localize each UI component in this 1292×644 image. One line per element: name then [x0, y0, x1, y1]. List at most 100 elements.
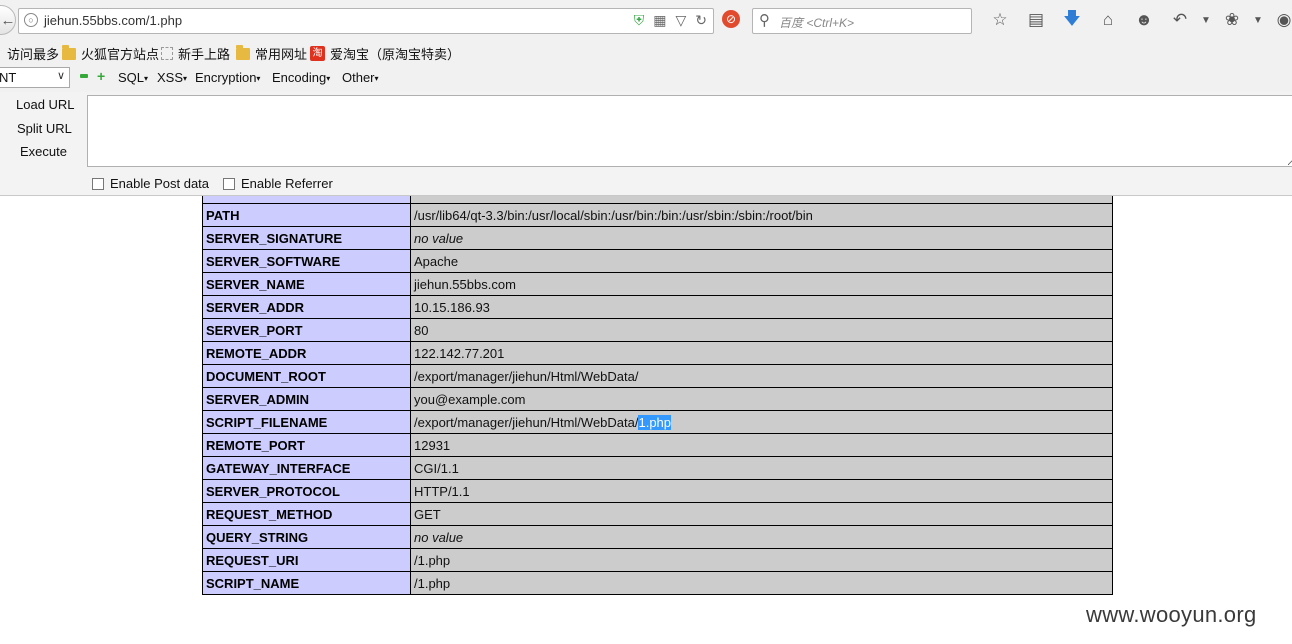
shield-icon[interactable]: ⛨: [634, 12, 645, 29]
bookmark-label: 新手上路: [178, 47, 231, 62]
empty-folder-icon: [161, 47, 173, 60]
env-value-cell[interactable]: 12931: [410, 433, 1113, 457]
hackbar-url-textarea[interactable]: [87, 95, 1292, 167]
undo-icon[interactable]: ↶: [1162, 10, 1198, 30]
table-row: SERVER_ADDR 10.15.186.93: [202, 295, 1113, 319]
hackbar-toolbar: NT ∨ + SQL▾ XSS▾ Encryption▾ Encoding▾ O…: [0, 66, 1292, 92]
dropdown-arrow-icon[interactable]: ▽: [675, 12, 686, 29]
caret-down-icon: ▾: [256, 74, 261, 84]
checkbox-label: Enable Referrer: [241, 176, 333, 191]
env-value-cell[interactable]: /export/manager/jiehun/Html/WebData/: [410, 364, 1113, 388]
table-row: QUERY_STRING no value: [202, 525, 1113, 549]
table-row: PATH/usr/lib64/qt-3.3/bin:/usr/local/sbi…: [202, 203, 1113, 227]
table-row: REQUEST_METHOD GET: [202, 502, 1113, 526]
table-row: SCRIPT_NAME/1.php: [202, 571, 1113, 595]
env-value-cell[interactable]: 122.142.77.201: [410, 341, 1113, 365]
env-value-cell[interactable]: no value: [410, 525, 1113, 549]
table-row: SERVER_PROTOCOL HTTP/1.1: [202, 479, 1113, 503]
url-text[interactable]: jiehun.55bbs.com/1.php: [44, 13, 182, 28]
execute-button[interactable]: Execute: [20, 144, 67, 159]
bookmark-firefox-official[interactable]: 火狐官方站点: [62, 44, 159, 63]
browser-chrome: ← ○ jiehun.55bbs.com/1.php ⛨ ▦ ▽ ↻ ⊘ ⚲ 百…: [0, 0, 1292, 196]
env-key-cell: SERVER_SIGNATURE: [202, 226, 411, 250]
env-value-cell[interactable]: 10.15.186.93: [410, 295, 1113, 319]
qr-code-icon[interactable]: ▦: [653, 12, 666, 29]
env-value-text: /export/manager/jiehun/Html/WebData/: [414, 414, 639, 430]
env-value-cell[interactable]: 80: [410, 318, 1113, 342]
env-key-cell: PATH: [202, 203, 411, 227]
checkbox-box[interactable]: [223, 177, 235, 190]
env-value-cell[interactable]: GET: [410, 502, 1113, 526]
env-key-cell: SERVER_ADDR: [202, 295, 411, 319]
hackbar-select[interactable]: NT ∨: [0, 67, 70, 88]
env-value-cell[interactable]: HTTP/1.1: [410, 479, 1113, 503]
env-key-cell: QUERY_STRING: [202, 525, 411, 549]
home-icon[interactable]: ⌂: [1090, 10, 1126, 30]
env-value-cell[interactable]: /1.php: [410, 548, 1113, 572]
bookmark-star-icon[interactable]: ☆: [982, 10, 1018, 30]
smiley-icon[interactable]: ☻: [1126, 10, 1162, 30]
extension-dropdown-icon[interactable]: ▼: [1250, 15, 1266, 26]
menu-encoding[interactable]: Encoding▾: [272, 70, 330, 85]
undo-dropdown-icon[interactable]: ▼: [1198, 15, 1214, 26]
menu-globe-icon[interactable]: ◉: [1266, 10, 1292, 30]
env-key-cell: SERVER_PORT: [202, 318, 411, 342]
url-bar[interactable]: ○ jiehun.55bbs.com/1.php ⛨ ▦ ▽ ↻: [18, 8, 714, 34]
adblock-icon[interactable]: ⊘: [722, 10, 740, 28]
plus-icon[interactable]: +: [97, 69, 105, 83]
bookmark-common-sites[interactable]: 常用网址: [236, 44, 307, 63]
search-icon: ⚲: [759, 12, 770, 29]
navigation-bar: ← ○ jiehun.55bbs.com/1.php ⛨ ▦ ▽ ↻ ⊘ ⚲ 百…: [0, 0, 1292, 40]
minus-icon[interactable]: [80, 74, 88, 78]
search-placeholder[interactable]: 百度 <Ctrl+K>: [779, 14, 854, 31]
env-key-cell: SERVER_SOFTWARE: [202, 249, 411, 273]
checkbox-box[interactable]: [92, 177, 104, 190]
table-row: REMOTE_PORT 12931: [202, 433, 1113, 457]
reading-list-icon[interactable]: ▤: [1018, 10, 1054, 30]
env-value-cell[interactable]: /1.php: [410, 571, 1113, 595]
env-key-cell: SERVER_PROTOCOL: [202, 479, 411, 503]
search-bar[interactable]: ⚲ 百度 <Ctrl+K>: [752, 8, 972, 34]
env-key-cell: SCRIPT_FILENAME: [202, 410, 411, 434]
bookmark-label: 爱淘宝（原淘宝特卖）: [330, 47, 461, 62]
env-value-cell[interactable]: no value: [410, 226, 1113, 250]
load-url-button[interactable]: Load URL: [16, 97, 75, 112]
enable-referrer-checkbox[interactable]: Enable Referrer: [223, 176, 333, 191]
bookmark-aitaobao[interactable]: 淘 爱淘宝（原淘宝特卖）: [310, 44, 460, 63]
watermark: www.wooyun.org: [1086, 602, 1257, 627]
back-button[interactable]: ←: [0, 5, 16, 35]
env-key-cell: SERVER_ADMIN: [202, 387, 411, 411]
caret-down-icon: ▾: [183, 74, 188, 84]
taobao-icon: 淘: [310, 46, 325, 61]
env-key-cell: REMOTE_PORT: [202, 433, 411, 457]
extension-icon[interactable]: ❀: [1214, 10, 1250, 30]
bookmark-label: 访问最多: [7, 47, 60, 62]
menu-other[interactable]: Other▾: [342, 70, 379, 85]
env-value-cell[interactable]: /export/manager/jiehun/Html/WebData/1.ph…: [410, 410, 1113, 434]
split-url-button[interactable]: Split URL: [17, 121, 72, 136]
env-value-cell[interactable]: Apache: [410, 249, 1113, 273]
table-row: REQUEST_URI/1.php: [202, 548, 1113, 572]
download-icon[interactable]: 🡇: [1054, 6, 1090, 35]
env-value-cell[interactable]: /usr/lib64/qt-3.3/bin:/usr/local/sbin:/u…: [410, 203, 1113, 227]
env-value-cell[interactable]: you@example.com: [410, 387, 1113, 411]
enable-post-data-checkbox[interactable]: Enable Post data: [92, 176, 209, 191]
back-arrow-icon: ←: [0, 11, 16, 29]
table-row: SCRIPT_FILENAME/export/manager/jiehun/Ht…: [202, 410, 1113, 434]
bookmarks-bar: 访问最多 火狐官方站点 新手上路 常用网址 淘 爱淘宝（原淘宝特卖）: [0, 40, 1292, 66]
bookmark-most-visited[interactable]: 访问最多: [7, 44, 59, 63]
menu-encryption[interactable]: Encryption▾: [195, 70, 260, 85]
menu-sql[interactable]: SQL▾: [118, 70, 148, 85]
env-value-cell[interactable]: CGI/1.1: [410, 456, 1113, 480]
folder-icon: [236, 44, 250, 60]
caret-down-icon: ▾: [144, 74, 149, 84]
env-key-cell: GATEWAY_INTERFACE: [202, 456, 411, 480]
table-row: SERVER_ADMIN you@example.com: [202, 387, 1113, 411]
reload-icon[interactable]: ↻: [695, 12, 707, 29]
menu-xss[interactable]: XSS▾: [157, 70, 187, 85]
selected-text-highlight[interactable]: 1.php: [638, 414, 672, 430]
checkbox-label: Enable Post data: [110, 176, 210, 191]
caret-down-icon: ▾: [374, 74, 379, 84]
bookmark-getting-started[interactable]: 新手上路: [161, 44, 230, 63]
env-value-cell[interactable]: jiehun.55bbs.com: [410, 272, 1113, 296]
